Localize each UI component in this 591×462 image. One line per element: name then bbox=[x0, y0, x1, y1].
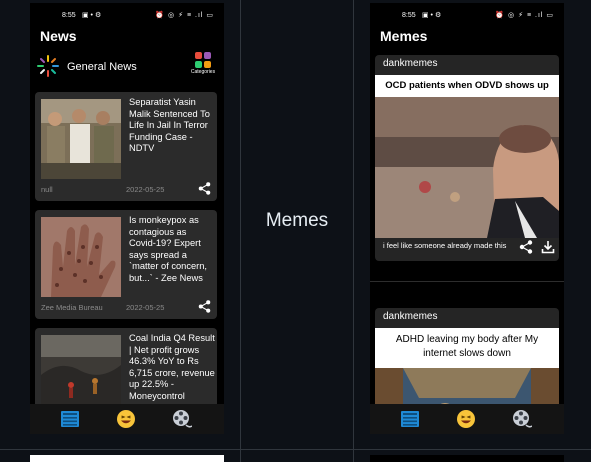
news-headline: Is monkeypox as contagious as Covid-19? … bbox=[129, 215, 208, 283]
meme-image-text: OCD patients when ODVD shows up bbox=[375, 75, 559, 97]
news-headline: Coal India Q4 Result | Net profit grows … bbox=[129, 333, 215, 401]
movies-tab-icon[interactable] bbox=[512, 409, 532, 429]
notification-icons: ▣ • ⚙ bbox=[422, 12, 442, 19]
meme-subreddit: dankmemes bbox=[383, 58, 438, 69]
meme-card[interactable]: dankmemes OCD patients when ODVD shows u… bbox=[375, 55, 559, 261]
news-thumbnail bbox=[41, 99, 121, 179]
system-icons: ⏰ ◎ ⚡ ≡ .ıl ▭ bbox=[155, 12, 214, 19]
news-source: null bbox=[41, 185, 53, 194]
bottom-nav bbox=[370, 404, 564, 434]
next-screenshot-preview bbox=[370, 455, 564, 462]
news-headline: Separatist Yasin Malik Sentenced To Life… bbox=[129, 97, 210, 153]
status-time: 8:55 bbox=[402, 12, 416, 19]
grid-divider bbox=[353, 0, 354, 462]
grid-divider bbox=[0, 449, 591, 450]
news-thumbnail bbox=[41, 335, 121, 415]
category-row[interactable]: General News Categories bbox=[36, 52, 218, 81]
categories-button[interactable]: Categories bbox=[188, 52, 218, 80]
status-time: 8:55 bbox=[62, 12, 76, 19]
general-news-icon bbox=[37, 55, 59, 77]
next-screenshot-preview bbox=[30, 455, 224, 462]
status-bar: 8:55 ▣ • ⚙ ⏰ ◎ ⚡ ≡ .ıl ▭ bbox=[370, 3, 564, 29]
memes-screen: 8:55 ▣ • ⚙ ⏰ ◎ ⚡ ≡ .ıl ▭ Memes dankmemes… bbox=[370, 3, 564, 434]
share-icon[interactable] bbox=[519, 240, 533, 254]
category-label: General News bbox=[67, 61, 137, 73]
notification-icons: ▣ • ⚙ bbox=[82, 12, 102, 19]
news-card[interactable]: Is monkeypox as contagious as Covid-19? … bbox=[35, 210, 217, 319]
divider bbox=[370, 281, 564, 282]
movies-tab-icon[interactable] bbox=[172, 409, 192, 429]
meme-photo bbox=[375, 97, 559, 238]
memes-cell-label: Memes bbox=[265, 210, 329, 231]
share-icon[interactable] bbox=[198, 300, 211, 313]
download-icon[interactable] bbox=[541, 240, 555, 254]
screenshot-grid: Memes 8:55 ▣ • ⚙ ⏰ ◎ ⚡ ≡ .ıl ▭ News Gene… bbox=[0, 0, 591, 462]
memes-tab-icon[interactable] bbox=[456, 409, 476, 429]
system-icons: ⏰ ◎ ⚡ ≡ .ıl ▭ bbox=[495, 12, 554, 19]
share-icon[interactable] bbox=[198, 182, 211, 195]
categories-label: Categories bbox=[190, 69, 216, 75]
news-date: 2022-05-25 bbox=[126, 303, 165, 312]
news-thumbnail bbox=[41, 217, 121, 297]
news-date: 2022-05-25 bbox=[126, 185, 165, 194]
categories-icon bbox=[195, 52, 211, 68]
meme-image-text: ADHD leaving my body after My internet s… bbox=[375, 328, 559, 368]
news-tab-icon[interactable] bbox=[60, 409, 80, 429]
news-card[interactable]: Separatist Yasin Malik Sentenced To Life… bbox=[35, 92, 217, 201]
page-title: Memes bbox=[380, 28, 428, 44]
news-source: Zee Media Bureau bbox=[41, 303, 103, 312]
news-screen: 8:55 ▣ • ⚙ ⏰ ◎ ⚡ ≡ .ıl ▭ News General Ne… bbox=[30, 3, 224, 434]
memes-tab-icon[interactable] bbox=[116, 409, 136, 429]
meme-subreddit: dankmemes bbox=[383, 311, 438, 322]
meme-caption: i feel like someone already made this bbox=[383, 241, 507, 250]
page-title: News bbox=[40, 28, 77, 44]
meme-image: OCD patients when ODVD shows up bbox=[375, 75, 559, 238]
status-bar: 8:55 ▣ • ⚙ ⏰ ◎ ⚡ ≡ .ıl ▭ bbox=[30, 3, 224, 29]
news-tab-icon[interactable] bbox=[400, 409, 420, 429]
bottom-nav bbox=[30, 404, 224, 434]
